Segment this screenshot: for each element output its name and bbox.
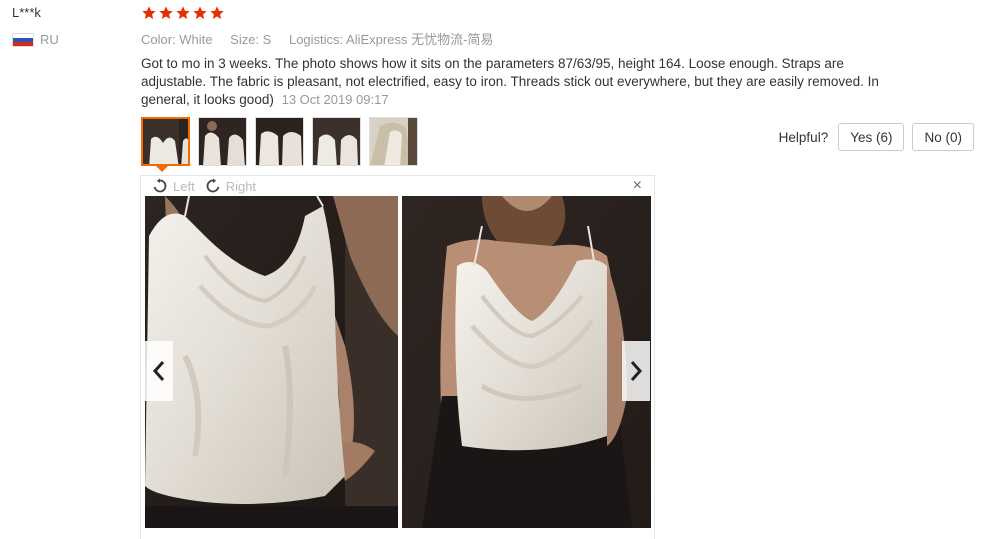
attr-size: Size: S	[230, 32, 272, 47]
rotate-left-label: Left	[173, 178, 195, 194]
thumbnail-2[interactable]	[198, 117, 247, 166]
reviewer-name: L***k	[12, 5, 41, 20]
thumbnail-4[interactable]	[312, 117, 361, 166]
helpful-no-button[interactable]: No (0)	[912, 123, 974, 151]
review-photo-left	[145, 196, 398, 528]
star-icon	[210, 6, 224, 19]
rotate-right-icon	[206, 178, 219, 193]
photo-thumbnails	[141, 117, 418, 166]
image-viewer: Left Right ×	[140, 175, 655, 539]
review-text: Got to mo in 3 weeks. The photo shows ho…	[141, 56, 879, 107]
helpful-label: Helpful?	[778, 129, 829, 145]
rotate-right-button[interactable]: Right	[205, 178, 256, 194]
review-date: 13 Oct 2019 09:17	[281, 92, 389, 107]
active-thumbnail-pointer	[156, 166, 168, 172]
helpful-vote: Helpful? Yes (6) No (0)	[779, 123, 974, 151]
order-attributes: Color: White Size: S Logistics: AliExpre…	[141, 29, 507, 48]
star-icon	[159, 6, 173, 19]
thumbnail-1[interactable]	[141, 117, 190, 166]
close-icon[interactable]: ×	[633, 178, 642, 194]
reviewer-country: RU	[12, 32, 59, 47]
thumbnail-3[interactable]	[255, 117, 304, 166]
rotate-right-label: Right	[225, 178, 257, 194]
review-body: Got to mo in 3 weeks. The photo shows ho…	[141, 55, 881, 109]
star-icon	[176, 6, 190, 19]
chevron-right-icon	[630, 361, 643, 381]
review-photo-right	[402, 196, 651, 528]
star-icon	[193, 6, 207, 19]
rotate-left-icon	[153, 178, 167, 193]
rotate-left-button[interactable]: Left	[152, 178, 195, 194]
flag-icon	[12, 32, 34, 47]
helpful-yes-button[interactable]: Yes (6)	[838, 123, 905, 151]
attr-logistics: Logistics: AliExpress 无忧物流-简易	[288, 32, 494, 47]
chevron-left-icon	[152, 361, 165, 381]
next-photo-button[interactable]	[622, 341, 650, 401]
rating-stars	[141, 5, 225, 21]
country-code: RU	[40, 32, 59, 47]
previous-photo-button[interactable]	[145, 341, 173, 401]
star-icon	[142, 6, 156, 19]
viewer-toolbar: Left Right	[141, 176, 654, 196]
thumbnail-5[interactable]	[369, 117, 418, 166]
attr-color: Color: White	[141, 32, 213, 47]
